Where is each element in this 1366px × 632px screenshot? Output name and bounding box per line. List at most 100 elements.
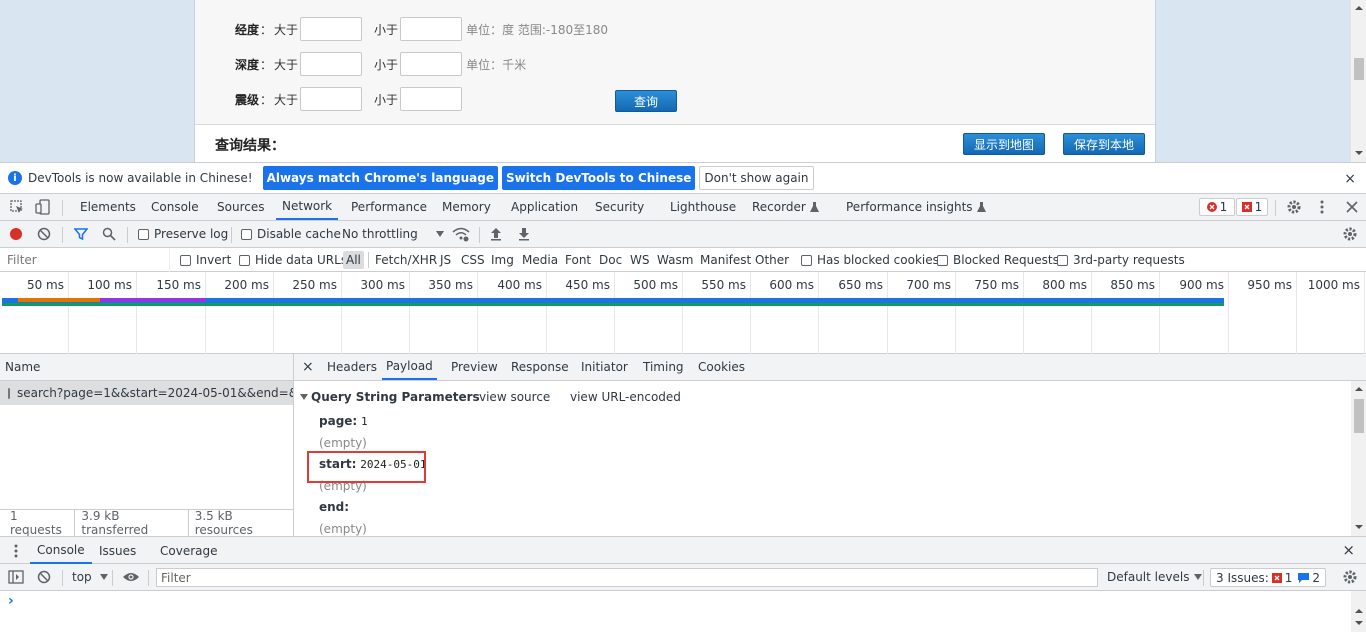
details-scroll-thumb[interactable] [1354,399,1364,433]
details-scrollbar[interactable] [1351,381,1366,536]
checkbox-box[interactable] [138,228,149,240]
type-filter-font[interactable]: Font [565,253,591,267]
checkbox-box[interactable] [1057,254,1068,266]
tab-timing[interactable]: Timing [643,354,684,380]
console-filter-input[interactable]: Filter [156,568,1098,587]
tab-lighthouse[interactable]: Lighthouse [670,194,736,220]
always-match-language-button[interactable]: Always match Chrome's language [262,166,498,190]
clear-icon[interactable] [37,227,51,241]
network-conditions-icon[interactable] [452,226,470,242]
save-local-button[interactable]: 保存到本地 [1063,133,1145,155]
scroll-up-icon[interactable] [1355,5,1363,11]
tab-sources[interactable]: Sources [217,194,264,220]
type-filter-img[interactable]: Img [491,253,514,267]
scroll-up-icon[interactable] [1355,386,1363,392]
tab-recorder[interactable]: Recorder [752,194,819,220]
dont-show-again-button[interactable]: Don't show again [699,166,814,190]
type-filter-js[interactable]: JS [440,253,451,267]
invert-checkbox[interactable]: Invert [180,253,231,267]
drawer-menu-icon[interactable] [13,543,19,559]
checkbox-box[interactable] [180,254,191,266]
tab-application[interactable]: Application [511,194,578,220]
scroll-up-icon[interactable] [1355,608,1363,614]
throttling-select[interactable]: No throttling [342,227,444,241]
query-button[interactable]: 查询 [615,90,677,112]
third-party-requests-checkbox[interactable]: 3rd-party requests [1057,253,1185,267]
log-levels-select[interactable]: Default levels [1107,570,1203,584]
tab-performance[interactable]: Performance [351,194,427,220]
device-toolbar-icon[interactable] [35,199,51,215]
type-filter-manifest[interactable]: Manifest [700,253,751,267]
page-scroll-thumb[interactable] [1354,58,1364,80]
type-filter-fetch-xhr[interactable]: Fetch/XHR [375,253,437,267]
tab-preview[interactable]: Preview [451,354,498,380]
search-icon[interactable] [102,227,116,241]
record-stop-icon[interactable] [9,227,23,241]
switch-to-chinese-button[interactable]: Switch DevTools to Chinese [501,166,696,190]
issue-count-badge[interactable]: 1 [1236,198,1268,216]
network-overview-timeline[interactable]: 50 ms 100 ms 150 ms 200 ms 250 ms 300 ms 350 m… [0,272,1366,354]
tab-console[interactable]: Console [151,194,199,220]
scroll-down-icon[interactable] [1355,524,1363,530]
tab-payload[interactable]: Payload [382,354,437,380]
checkbox-box[interactable] [239,254,250,266]
console-output[interactable]: › [0,591,1366,632]
type-filter-media[interactable]: Media [522,253,558,267]
drawer-tab-console[interactable]: Console [30,537,92,564]
context-select[interactable]: top [72,570,108,584]
error-count-badge[interactable]: 1 [1199,198,1235,216]
checkbox-box[interactable] [801,254,812,266]
query-string-section-header[interactable]: Query String Parameters [300,390,480,404]
type-filter-css[interactable]: CSS [461,253,485,267]
scroll-down-icon[interactable] [1355,150,1363,156]
show-sidebar-icon[interactable] [8,570,24,584]
tab-cookies[interactable]: Cookies [698,354,745,380]
type-filter-ws[interactable]: WS [630,253,649,267]
view-url-encoded-link[interactable]: view URL-encoded [570,390,681,404]
request-row[interactable]: search?page=1&&start=2024-05-01&&end=&..… [0,381,293,405]
tab-response[interactable]: Response [511,354,569,380]
tab-performance-insights[interactable]: Performance insights [846,194,986,220]
magnitude-min-input[interactable] [300,87,363,111]
tab-headers[interactable]: Headers [327,354,377,380]
magnitude-max-input[interactable] [400,87,463,111]
depth-min-input[interactable] [300,52,363,76]
type-filter-doc[interactable]: Doc [599,253,622,267]
import-har-icon[interactable] [490,227,502,241]
filter-funnel-icon[interactable] [74,227,88,241]
close-details-icon[interactable]: × [302,359,314,375]
live-expression-eye-icon[interactable] [122,571,140,583]
has-blocked-cookies-checkbox[interactable]: Has blocked cookies [801,253,939,267]
tab-memory[interactable]: Memory [442,194,491,220]
close-devtools-icon[interactable] [1346,201,1358,213]
export-har-icon[interactable] [518,227,530,241]
longitude-max-input[interactable] [400,17,463,41]
close-drawer-icon[interactable]: × [1342,541,1355,559]
console-scrollbar[interactable] [1351,591,1366,632]
clear-console-icon[interactable] [37,570,51,584]
drawer-tab-issues[interactable]: Issues [99,537,136,564]
issues-counter[interactable]: 3 Issues: 1 2 [1210,568,1327,587]
preserve-log-checkbox[interactable]: Preserve log [138,227,228,241]
page-scrollbar[interactable] [1351,0,1366,162]
scroll-down-icon[interactable] [1355,620,1363,626]
type-filter-wasm[interactable]: Wasm [657,253,693,267]
checkbox-box[interactable] [937,254,948,266]
longitude-min-input[interactable] [300,17,363,41]
hide-data-urls-checkbox[interactable]: Hide data URLs [239,253,347,267]
view-source-link[interactable]: view source [479,390,550,404]
settings-gear-icon[interactable] [1286,199,1302,215]
inspect-element-icon[interactable] [10,200,24,214]
tab-initiator[interactable]: Initiator [581,354,628,380]
network-settings-gear-icon[interactable] [1342,226,1358,242]
type-filter-other[interactable]: Other [755,253,789,267]
name-column-header[interactable]: Name [0,354,293,381]
tab-security[interactable]: Security [595,194,644,220]
network-filter-input[interactable]: Filter [0,248,170,272]
infobar-close-icon[interactable]: × [1344,171,1356,187]
console-settings-gear-icon[interactable] [1342,569,1358,585]
checkbox-box[interactable] [241,228,252,240]
tab-network[interactable]: Network [276,194,339,220]
blocked-requests-checkbox[interactable]: Blocked Requests [937,253,1059,267]
more-options-icon[interactable] [1319,199,1325,215]
